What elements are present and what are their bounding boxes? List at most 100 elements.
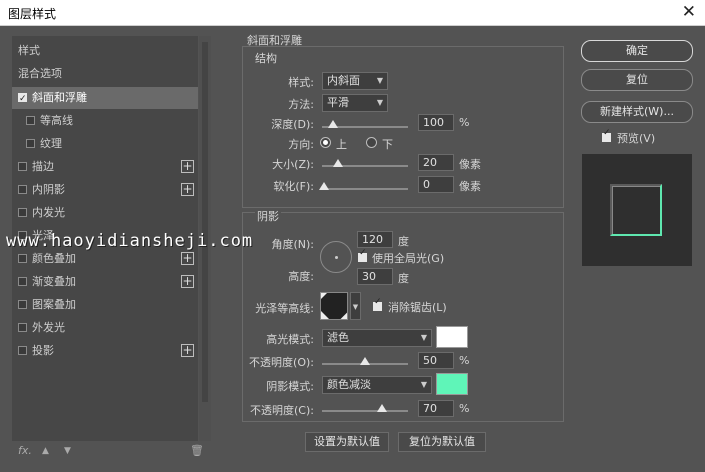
sidebar-item-drop-shadow[interactable]: 投影 + [12,340,198,362]
depth-input[interactable]: 100 [418,114,454,131]
chevron-down-icon: ▼ [420,380,427,389]
antialias-checkbox[interactable] [373,297,382,311]
style-value: 内斜面 [327,74,360,87]
depth-slider-knob[interactable] [328,120,338,128]
shadow-opacity-slider[interactable] [322,404,408,412]
size-slider-knob[interactable] [333,159,343,167]
sidebar-item-label: 外发光 [32,321,65,334]
sidebar-item-label: 渐变叠加 [32,275,76,288]
chevron-down-icon[interactable]: ▼ [350,292,361,320]
drop-shadow-checkbox[interactable] [18,346,27,355]
styles-header[interactable]: 样式 [12,40,198,62]
style-list-footer: fx. ▲ ▼ 🗑 [12,444,204,464]
sidebar-item-label: 等高线 [40,114,73,127]
pattern-overlay-checkbox[interactable] [18,300,27,309]
highlight-opacity-knob[interactable] [360,357,370,365]
soften-input[interactable]: 0 [418,176,454,193]
fx-icon[interactable]: fx. [18,444,32,457]
shadow-opacity-knob[interactable] [377,404,387,412]
reset-default-button[interactable]: 复位为默认值 [398,432,486,452]
sidebar-item-color-overlay[interactable]: 颜色叠加 + [12,248,198,270]
method-value: 平滑 [327,96,349,109]
depth-unit: % [459,116,470,129]
method-label: 方法: [288,98,314,111]
highlight-mode-value: 滤色 [327,331,349,344]
direction-up-radio[interactable] [320,137,331,148]
highlight-mode-select[interactable]: 滤色 ▼ [322,329,432,347]
shadow-color-swatch[interactable] [436,373,468,395]
direction-label: 方向: [288,138,314,151]
size-input[interactable]: 20 [418,154,454,171]
angle-input[interactable]: 120 [357,231,393,248]
gradient-overlay-checkbox[interactable] [18,277,27,286]
highlight-opacity-unit: % [459,354,470,367]
move-up-icon[interactable]: ▲ [42,446,49,456]
depth-slider[interactable] [322,120,408,128]
trash-icon[interactable]: 🗑 [190,444,204,457]
soften-slider-knob[interactable] [319,182,329,190]
close-icon[interactable]: ✕ [682,2,696,22]
soften-slider[interactable] [319,182,408,190]
sidebar-item-contour[interactable]: 等高线 [12,110,198,132]
title-bar: 图层样式 ✕ [0,0,705,26]
sidebar-item-pattern-overlay[interactable]: 图案叠加 [12,294,198,316]
inner-shadow-checkbox[interactable] [18,185,27,194]
add-inner-shadow-icon[interactable]: + [181,183,194,196]
watermark-text: www.haoyidiansheji.com [6,231,254,251]
altitude-input[interactable]: 30 [357,268,393,285]
add-stroke-icon[interactable]: + [181,160,194,173]
new-style-button[interactable]: 新建样式(W)... [581,101,693,123]
sidebar-item-inner-glow[interactable]: 内发光 [12,202,198,224]
sidebar-item-texture[interactable]: 纹理 [12,133,198,155]
shadow-opacity-unit: % [459,402,470,415]
direction-down-radio[interactable] [366,137,377,148]
chevron-down-icon: ▼ [376,98,383,107]
highlight-opacity-label: 不透明度(O): [249,356,314,369]
reset-button[interactable]: 复位 [581,69,693,91]
soften-unit: 像素 [459,180,481,193]
preview-checkbox[interactable] [602,128,611,142]
make-default-button[interactable]: 设置为默认值 [305,432,389,452]
color-overlay-checkbox[interactable] [18,254,27,263]
antialias-label: 消除锯齿(L) [388,301,447,314]
sidebar-item-bevel[interactable]: 斜面和浮雕 [12,87,198,110]
shadow-opacity-input[interactable]: 70 [418,400,454,417]
method-select[interactable]: 平滑 ▼ [322,94,388,112]
scroll-thumb[interactable] [202,42,208,402]
direction-down-label: 下 [382,138,393,151]
outer-glow-checkbox[interactable] [18,323,27,332]
highlight-opacity-slider[interactable] [322,357,408,365]
gloss-contour-preview[interactable] [320,292,348,320]
contour-checkbox[interactable] [26,116,35,125]
inner-glow-checkbox[interactable] [18,208,27,217]
blending-options[interactable]: 混合选项 [12,63,198,85]
sidebar-item-gradient-overlay[interactable]: 渐变叠加 + [12,271,198,293]
add-drop-shadow-icon[interactable]: + [181,344,194,357]
global-light-label: 使用全局光(G) [372,252,445,265]
ok-button[interactable]: 确定 [581,40,693,62]
shadow-opacity-label: 不透明度(C): [250,404,314,417]
sidebar-item-inner-shadow[interactable]: 内阴影 + [12,179,198,201]
texture-checkbox[interactable] [26,139,35,148]
bevel-checkbox[interactable] [18,88,27,110]
add-color-overlay-icon[interactable]: + [181,252,194,265]
sidebar-item-outer-glow[interactable]: 外发光 [12,317,198,339]
highlight-opacity-input[interactable]: 50 [418,352,454,369]
angle-dial[interactable] [320,241,352,273]
style-preview-thumbnail [582,154,692,266]
window-title: 图层样式 [8,7,57,21]
depth-label: 深度(D): [271,118,314,131]
stroke-checkbox[interactable] [18,162,27,171]
structure-title: 结构 [255,52,277,65]
highlight-color-swatch[interactable] [436,326,468,348]
shadow-mode-select[interactable]: 颜色减淡 ▼ [322,376,432,394]
add-gradient-overlay-icon[interactable]: + [181,275,194,288]
global-light-checkbox[interactable] [358,248,367,262]
move-down-icon[interactable]: ▼ [64,446,71,456]
shadow-mode-label: 阴影模式: [266,380,314,393]
sidebar-item-stroke[interactable]: 描边 + [12,156,198,178]
style-select[interactable]: 内斜面 ▼ [322,72,388,90]
size-slider[interactable] [322,159,408,167]
chevron-down-icon: ▼ [420,333,427,342]
altitude-unit: 度 [398,272,409,285]
